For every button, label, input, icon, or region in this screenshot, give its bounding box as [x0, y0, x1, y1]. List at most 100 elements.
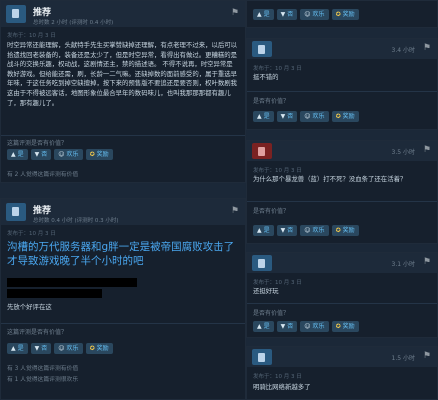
flag-icon[interactable]: ⚑: [231, 8, 239, 18]
award-button[interactable]: ✪ 奖励: [85, 149, 113, 160]
review-text: 挺不错的: [253, 73, 279, 81]
vote-yes-label: 是: [263, 11, 270, 18]
vote-buttons: ▲ 是 ▼ 否 ☺ 欢乐 ✪ 奖励: [7, 149, 113, 160]
redacted-block: [7, 278, 137, 287]
vote-yes-label: 是: [263, 323, 270, 330]
vote-buttons: ▲ 是 ▼ 否 ☺ 欢乐 ✪ 奖励: [253, 321, 359, 332]
award-button[interactable]: ✪ 奖励: [85, 343, 113, 354]
vote-yes-button[interactable]: ▲ 是: [253, 111, 274, 122]
review-hours: 3.5 小时: [391, 149, 415, 156]
smile-icon: ☺: [58, 151, 65, 158]
review-header: 3.1 小时 ⚑: [247, 253, 437, 273]
review-title: 推荐: [33, 206, 52, 216]
thumbs-up-icon: ▲: [257, 11, 262, 18]
award-button[interactable]: ✪ 奖励: [331, 321, 359, 332]
smile-icon: ☺: [304, 11, 311, 18]
thumbs-down-icon: ▼: [280, 113, 286, 120]
award-icon: ✪: [335, 227, 341, 234]
thumbs-up-icon: ▲: [11, 345, 16, 352]
vote-no-label: 否: [287, 113, 294, 120]
helpful-question: 这篇评测是否有价值？: [7, 140, 68, 147]
review-text: 还挺好玩: [253, 287, 279, 295]
helpful-count: 有 3 人觉得这篇评测有价值: [7, 366, 79, 372]
thumbs-down-icon: ▼: [280, 323, 286, 330]
flag-icon[interactable]: ⚑: [423, 257, 431, 267]
posted-date: 发布于：10 月 3 日: [7, 231, 56, 237]
funny-count: 有 1 人觉得这篇评测很欢乐: [7, 377, 79, 383]
thumbs-up-icon: ▲: [11, 151, 16, 158]
vote-no-button[interactable]: ▼ 否: [276, 225, 298, 236]
vote-funny-label: 欢乐: [312, 113, 325, 120]
award-label: 奖励: [342, 11, 355, 18]
helpful-question: 是否有价值？: [253, 208, 290, 215]
vote-yes-button[interactable]: ▲ 是: [253, 321, 274, 332]
helpful-question: 是否有价值？: [253, 310, 290, 317]
vote-funny-button[interactable]: ☺ 欢乐: [300, 225, 329, 236]
review-card: 3.1 小时 ⚑ 发布于：10 月 3 日 还挺好玩 是否有价值？ ▲ 是 ▼ 否 …: [246, 252, 438, 338]
review-card: 1.5 小时 ⚑ 发布于：10 月 3 日 明骑比网络新越多了: [246, 346, 438, 400]
vote-buttons: ▲ 是 ▼ 否 ☺ 欢乐 ✪ 奖励: [253, 225, 359, 236]
helpful-count: 有 2 人觉得这篇评测有价值: [7, 172, 79, 178]
award-icon: ✪: [335, 323, 341, 330]
helpful-question: 是否有价值？: [253, 98, 290, 105]
vote-no-button[interactable]: ▼ 否: [30, 343, 52, 354]
thumbs-up-icon: [252, 349, 272, 365]
review-playtime: 总时数 2 小时 (评测时 0.4 小时): [33, 20, 114, 26]
flag-icon[interactable]: ⚑: [423, 43, 431, 53]
divider: [1, 323, 245, 324]
vote-no-label: 否: [41, 345, 48, 352]
vote-funny-button[interactable]: ☺ 欢乐: [300, 111, 329, 122]
award-label: 奖励: [96, 345, 109, 352]
review-hours: 3.1 小时: [391, 261, 415, 268]
award-button[interactable]: ✪ 奖励: [331, 225, 359, 236]
redacted-block: [7, 289, 102, 298]
thumbs-up-icon: [252, 41, 272, 57]
helpful-question: 这篇评测是否有价值？: [7, 329, 68, 336]
vote-no-button[interactable]: ▼ 否: [30, 149, 52, 160]
vote-yes-button[interactable]: ▲ 是: [253, 225, 274, 236]
vote-yes-button[interactable]: ▲ 是: [7, 149, 28, 160]
vote-funny-button[interactable]: ☺ 欢乐: [300, 321, 329, 332]
award-icon: ✪: [335, 11, 341, 18]
award-icon: ✪: [89, 151, 95, 158]
vote-funny-label: 欢乐: [66, 151, 79, 158]
review-headline: 沟槽的万代服务器和g胖一定是被帝国腐败攻击了才导致游戏晚了半个小时的吧: [7, 241, 235, 267]
review-header: 3.4 小时 ⚑: [247, 39, 437, 59]
vote-yes-button[interactable]: ▲ 是: [253, 9, 274, 20]
vote-yes-label: 是: [17, 345, 24, 352]
award-button[interactable]: ✪ 奖励: [331, 9, 359, 20]
review-playtime: 总时数 0.4 小时 (评测时 0.3 小时): [33, 218, 119, 224]
review-card: 3.4 小时 ⚑ 发布于：10 月 3 日 挺不错的 是否有价值？ ▲ 是 ▼ 否 …: [246, 38, 438, 130]
posted-date: 发布于：10 月 3 日: [253, 66, 302, 72]
vote-funny-label: 欢乐: [312, 227, 325, 234]
smile-icon: ☺: [304, 113, 311, 120]
vote-no-button[interactable]: ▼ 否: [276, 111, 298, 122]
vote-no-button[interactable]: ▼ 否: [276, 9, 298, 20]
review-card: 推荐 总时数 0.4 小时 (评测时 0.3 小时) ⚑ 发布于：10 月 3 …: [0, 198, 246, 400]
vote-yes-label: 是: [17, 151, 24, 158]
vote-no-button[interactable]: ▼ 否: [276, 321, 298, 332]
vote-buttons: ▲ 是 ▼ 否 ☺ 欢乐 ✪ 奖励: [253, 9, 359, 20]
flag-icon[interactable]: ⚑: [231, 206, 239, 216]
thumbs-down-icon: ▼: [34, 345, 40, 352]
vote-funny-label: 欢乐: [312, 323, 325, 330]
review-header: 1.5 小时 ⚑: [247, 347, 437, 367]
vote-buttons: ▲ 是 ▼ 否 ☺ 欢乐 ✪ 奖励: [7, 343, 113, 354]
vote-yes-button[interactable]: ▲ 是: [7, 343, 28, 354]
vote-funny-button[interactable]: ☺ 欢乐: [54, 343, 83, 354]
thumbs-up-icon: ▲: [257, 227, 262, 234]
vote-funny-button[interactable]: ☺ 欢乐: [54, 149, 83, 160]
thumbs-down-icon: ▼: [280, 11, 286, 18]
vote-buttons: ▲ 是 ▼ 否 ☺ 欢乐 ✪ 奖励: [253, 111, 359, 122]
thumbs-up-icon: [6, 5, 26, 23]
thumbs-up-icon: [252, 255, 272, 271]
divider: [247, 303, 437, 304]
review-card: 推荐 总时数 2 小时 (评测时 0.4 小时) ⚑ 发布于：10 月 3 日 …: [0, 0, 246, 183]
thumbs-up-icon: ▲: [257, 323, 262, 330]
thumbs-down-icon: ▼: [34, 151, 40, 158]
thumbs-down-icon: [252, 143, 272, 159]
flag-icon[interactable]: ⚑: [423, 351, 431, 361]
award-button[interactable]: ✪ 奖励: [331, 111, 359, 122]
flag-icon[interactable]: ⚑: [423, 145, 431, 155]
vote-funny-button[interactable]: ☺ 欢乐: [300, 9, 329, 20]
